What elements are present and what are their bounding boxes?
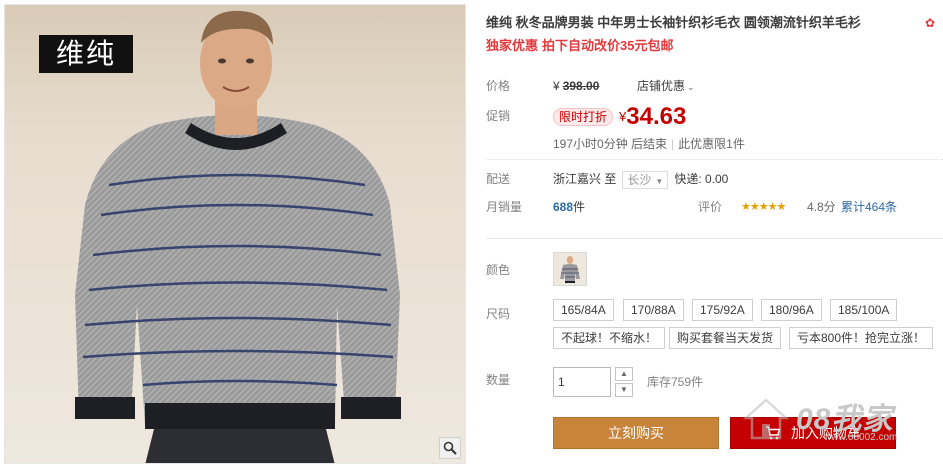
zoom-button[interactable] xyxy=(439,437,461,459)
original-price-value: 398.00 xyxy=(562,79,600,93)
shop-coupon-dropdown[interactable]: 店铺优惠 ⌄ xyxy=(637,75,695,98)
monthly-sales: 688件 xyxy=(553,196,585,218)
quantity-increase-button[interactable]: ▲ xyxy=(615,367,633,381)
ship-origin: 浙江嘉兴 xyxy=(553,172,602,186)
shipping-label: 配送 xyxy=(486,172,511,186)
brand-logo: 维纯 xyxy=(39,35,133,73)
quantity-input[interactable] xyxy=(553,367,611,397)
countdown-row: 197小时0分钟 后结束 | 此优惠限1件 xyxy=(486,133,943,155)
quantity-decrease-button[interactable]: ▼ xyxy=(615,383,633,397)
price-label: 价格 xyxy=(486,79,511,93)
rating-label: 评价 xyxy=(698,200,723,214)
review-count-link[interactable]: 累计464条 xyxy=(841,196,897,218)
size-option-185-100a[interactable]: 185/100A xyxy=(830,299,898,321)
size-row: 尺码 165/84A 170/88A 175/92A 180/96A 185/1… xyxy=(486,299,943,355)
monthly-sales-unit: 件 xyxy=(573,200,586,214)
monthly-sales-label: 月销量 xyxy=(486,200,523,214)
product-title: 维纯 秋冬品牌男装 中年男士长袖针织衫毛衣 圆领潮流针织羊毛衫 xyxy=(486,15,861,30)
favorite-icon[interactable]: ✿ xyxy=(925,16,941,30)
shop-coupon-label: 店铺优惠 xyxy=(637,79,686,93)
stock-count: 库存759件 xyxy=(647,375,704,389)
buy-now-button[interactable]: 立刻购买 xyxy=(553,417,719,449)
size-option-170-88a[interactable]: 170/88A xyxy=(623,299,684,321)
destination-city: 长沙 xyxy=(627,172,652,187)
promo-discount-note: 拍下自动改价35元包邮 xyxy=(542,38,674,53)
currency-symbol: ¥ xyxy=(553,79,560,93)
shipping-fee: 快递: 0.00 xyxy=(674,172,729,186)
sale-price: 34.63 xyxy=(626,102,687,130)
rating-score: 4.8分 xyxy=(807,200,836,214)
countdown-text: 197小时0分钟 后结束 xyxy=(553,137,668,151)
purchase-limit: 此优惠限1件 xyxy=(678,137,745,151)
ship-to-text: 至 xyxy=(604,172,617,186)
original-price: ¥398.00 xyxy=(553,75,599,97)
product-photo xyxy=(75,10,401,463)
size-option-165-84a[interactable]: 165/84A xyxy=(553,299,614,321)
star-rating-icon: ★★★★★ xyxy=(741,201,786,213)
product-image-panel[interactable]: 维纯 xyxy=(4,4,466,464)
sales-row: 月销量 688件 评价 ★★★★★ 4.8分 累计464条 xyxy=(486,196,943,218)
promo-line: 独家优惠 拍下自动改价35元包邮 xyxy=(486,37,943,55)
size-option-clearance[interactable]: 亏本800件！抢完立涨！ xyxy=(789,327,934,349)
destination-city-select[interactable]: 长沙 ▼ xyxy=(622,170,669,189)
divider xyxy=(486,159,943,160)
shipping-row: 配送 浙江嘉兴 至长沙 ▼ 快递: 0.00 xyxy=(486,168,943,190)
watermark-url: www.08002.com xyxy=(824,432,898,443)
shipping-info: 浙江嘉兴 至长沙 ▼ 快递: 0.00 xyxy=(553,168,728,190)
promo-exclusive: 独家优惠 xyxy=(486,38,539,53)
promotion-row: 促销 限时打折 ¥34.63 xyxy=(486,101,943,131)
size-option-no-pilling[interactable]: 不起球！不缩水！ xyxy=(553,327,666,349)
promotion-label: 促销 xyxy=(486,109,511,123)
size-option-175-92a[interactable]: 175/92A xyxy=(692,299,753,321)
limited-sale-badge: 限时打折 xyxy=(553,107,614,126)
countdown: 197小时0分钟 后结束 | 此优惠限1件 xyxy=(553,133,745,155)
divider: | xyxy=(671,137,675,151)
caret-down-icon: ▼ xyxy=(655,176,664,186)
divider xyxy=(486,238,943,239)
product-info-panel: 维纯 秋冬品牌男装 中年男士长袖针织衫毛衣 圆领潮流针织羊毛衫 独家优惠 拍下自动… xyxy=(486,14,943,449)
magnifier-icon xyxy=(443,441,457,455)
monthly-sales-count: 688 xyxy=(553,200,574,214)
price-row: 价格 ¥398.00 店铺优惠 ⌄ xyxy=(486,75,943,97)
color-label: 颜色 xyxy=(486,263,511,277)
promotion-price: 限时打折 ¥34.63 xyxy=(553,101,686,132)
size-label: 尺码 xyxy=(486,307,511,321)
color-swatch[interactable] xyxy=(553,252,587,286)
sweater-thumbnail xyxy=(554,253,586,285)
size-option-180-96a[interactable]: 180/96A xyxy=(761,299,822,321)
color-row: 颜色 xyxy=(486,252,943,288)
quantity-label: 数量 xyxy=(486,373,511,387)
chevron-down-icon: ⌄ xyxy=(687,82,695,92)
size-option-same-day-ship[interactable]: 购买套餐当天发货 xyxy=(669,327,782,349)
